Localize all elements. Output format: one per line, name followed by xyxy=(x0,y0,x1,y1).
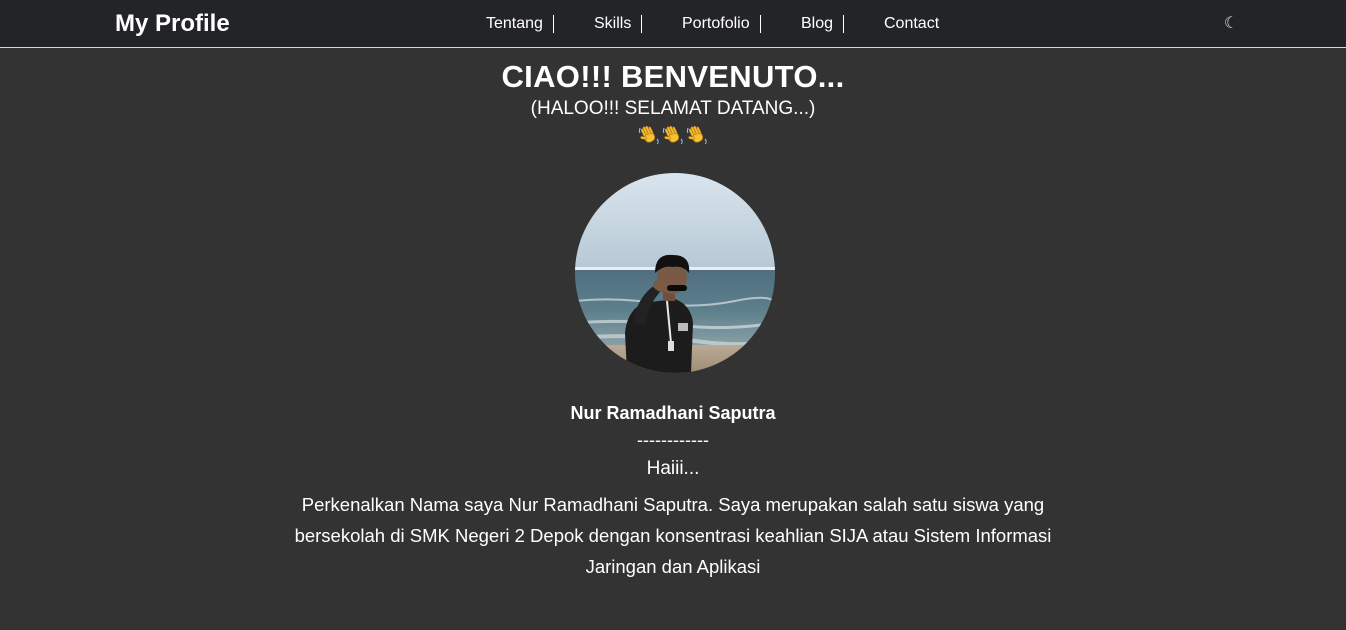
nav-link-contact[interactable]: Contact xyxy=(884,14,939,33)
profile-photo xyxy=(575,173,775,373)
hero-title: CIAO!!! BENVENUTO... xyxy=(501,59,845,94)
beach-portrait-image xyxy=(575,173,775,373)
waving-hands xyxy=(0,124,1346,150)
navbar: My Profile Tentang Skills Portofolio Blo… xyxy=(0,0,1346,48)
hero-section: CIAO!!! BENVENUTO... (HALOO!!! SELAMAT D… xyxy=(0,58,1346,150)
profile-section: Nur Ramadhani Saputra ------------ Haiii… xyxy=(0,402,1346,582)
waving-hand-icon xyxy=(687,125,707,145)
nav-separator xyxy=(553,15,554,33)
profile-divider: ------------ xyxy=(637,430,709,450)
nav-separator xyxy=(843,15,844,33)
nav-link-skills[interactable]: Skills xyxy=(594,14,631,33)
moon-icon[interactable]: ☾ xyxy=(1222,14,1240,34)
profile-name: Nur Ramadhani Saputra xyxy=(570,403,776,423)
nav-link-blog[interactable]: Blog xyxy=(801,14,833,33)
nav-link-tentang[interactable]: Tentang xyxy=(486,14,543,33)
waving-hand-icon xyxy=(663,125,683,145)
nav-link-portofolio[interactable]: Portofolio xyxy=(682,14,750,33)
profile-intro: Perkenalkan Nama saya Nur Ramadhani Sapu… xyxy=(294,494,1052,577)
brand-logo[interactable]: My Profile xyxy=(115,10,230,38)
profile-greeting: Haiii... xyxy=(646,458,700,479)
nav-separator xyxy=(641,15,642,33)
hero-subtitle: (HALOO!!! SELAMAT DATANG...) xyxy=(530,98,816,119)
waving-hand-icon xyxy=(639,125,659,145)
nav-separator xyxy=(760,15,761,33)
